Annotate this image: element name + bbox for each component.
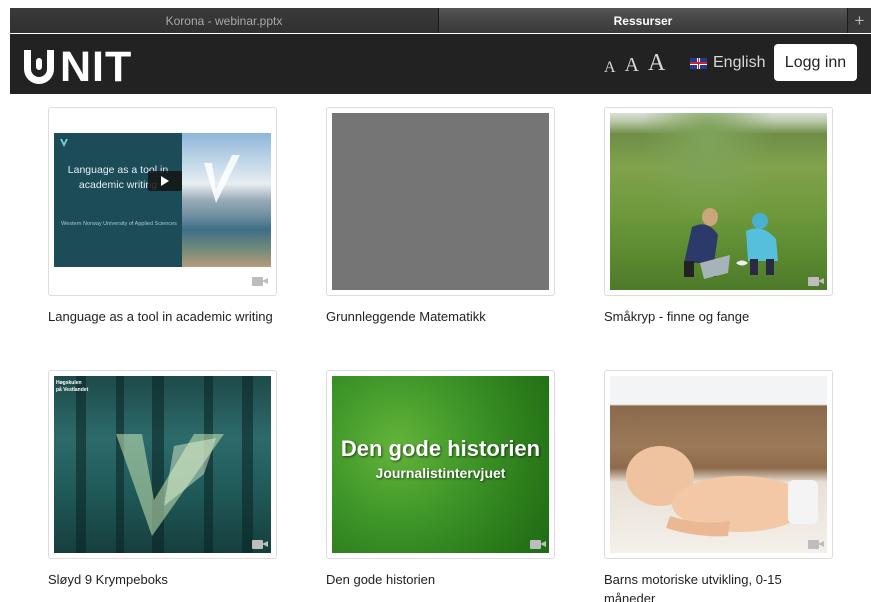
resource-card[interactable]: Småkryp - finne og fange [604,107,833,337]
video-camera-icon [808,539,824,550]
thumbnail-subtitle-text: Journalistintervjuet [375,465,506,481]
tab-ressurser[interactable]: Ressurser [439,8,847,33]
uk-flag-icon [690,57,707,69]
leaves-background: Den gode historien Journalistintervjuet [332,376,549,553]
language-switch[interactable]: English [690,54,765,72]
resource-title[interactable]: Language as a tool in academic writing [48,307,283,326]
logo-text: NIT [60,43,133,91]
unit-logo[interactable]: NIT [24,43,133,91]
slide-panel: Language as a tool in academic writing W… [54,133,182,267]
video-camera-icon [808,276,824,287]
video-camera-icon [530,539,546,550]
tab-strip: Korona - webinar.pptx Ressurser + [10,8,871,33]
resource-thumbnail[interactable]: Language as a tool in academic writing W… [48,107,277,296]
grey-placeholder-image [332,113,549,290]
hvl-logo-icon [60,139,68,147]
logo-u-mark [24,50,54,84]
resource-card[interactable]: Barns motoriske utvikling, 0-15 måneder [604,370,833,602]
resource-title[interactable]: Sløyd 9 Krympeboks [48,570,283,589]
resource-title[interactable]: Småkryp - finne og fange [604,307,839,326]
tab-korona-webinar[interactable]: Korona - webinar.pptx [10,8,439,33]
font-size-medium-button[interactable]: A [625,54,639,77]
resource-card[interactable]: Høgskulen på Vestlandet Sløyd 9 Krympebo… [48,370,277,600]
resource-thumbnail[interactable]: Den gode historien Journalistintervjuet [326,370,555,559]
slide-subtitle: Western Norway University of Applied Sci… [61,221,177,227]
thumbnail-title-text: Den gode historien [340,436,541,461]
login-button[interactable]: Logg inn [774,44,857,81]
resource-card[interactable]: Den gode historien Journalistintervjuet … [326,370,555,600]
resource-card[interactable]: Language as a tool in academic writing W… [48,107,277,337]
font-size-small-button[interactable]: A [604,59,616,77]
children-figures [684,208,778,279]
resource-thumbnail[interactable] [604,107,833,296]
fjord-photo [182,133,271,267]
resource-thumbnail[interactable] [604,370,833,559]
resource-card[interactable]: Grunnleggende Matematikk [326,107,555,337]
v-logo-graphic [116,434,224,536]
video-camera-icon [252,539,268,550]
language-label: English [713,54,766,71]
new-tab-button[interactable]: + [847,8,871,33]
baby-photo [610,376,827,553]
resource-thumbnail[interactable] [326,107,555,296]
resource-title[interactable]: Den gode historien [326,570,561,589]
resource-title[interactable]: Grunnleggende Matematikk [326,307,561,326]
resource-thumbnail[interactable]: Høgskulen på Vestlandet [48,370,277,559]
font-size-selector: A A A [604,50,665,77]
font-size-large-button[interactable]: A [648,50,665,77]
resource-title[interactable]: Barns motoriske utvikling, 0-15 måneder [604,570,804,602]
site-header: NIT A A A English Logg inn [10,34,871,94]
play-icon[interactable] [148,171,182,191]
video-camera-icon [252,276,268,287]
